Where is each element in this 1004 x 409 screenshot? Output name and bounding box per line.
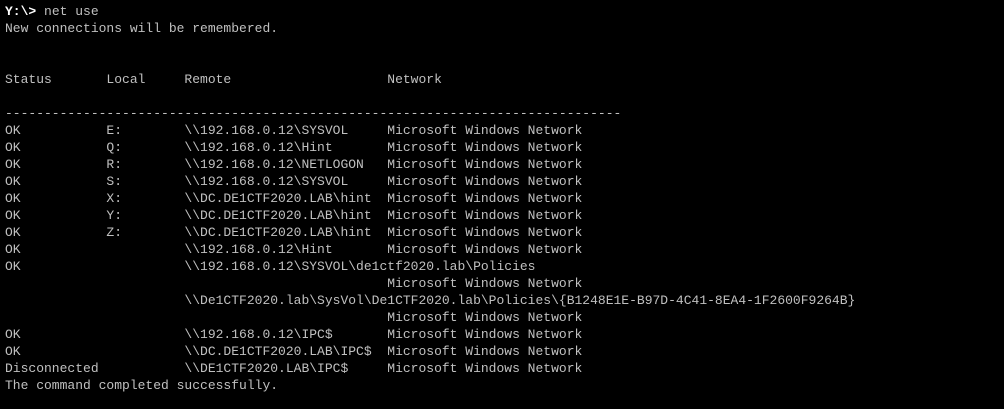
output-line: New connections will be remembered.: [5, 21, 279, 36]
table-header: Status Local Remote Network: [5, 72, 442, 87]
table-row: OK R: \\192.168.0.12\NETLOGON Microsoft …: [5, 157, 583, 172]
table-row: OK \\192.168.0.12\SYSVOL\de1ctf2020.lab\…: [5, 259, 536, 274]
table-divider: ----------------------------------------…: [5, 106, 622, 121]
table-row: OK Z: \\DC.DE1CTF2020.LAB\hint Microsoft…: [5, 225, 583, 240]
table-row: OK \\DC.DE1CTF2020.LAB\IPC$ Microsoft Wi…: [5, 344, 583, 359]
command-prompt: Y:\>: [5, 4, 37, 19]
table-row: Disconnected \\DE1CTF2020.LAB\IPC$ Micro…: [5, 361, 583, 376]
table-row-continuation: Microsoft Windows Network: [5, 276, 583, 291]
terminal-window[interactable]: Y:\> net use New connections will be reme…: [0, 0, 1004, 409]
table-row: OK Y: \\DC.DE1CTF2020.LAB\hint Microsoft…: [5, 208, 583, 223]
table-row-continuation: Microsoft Windows Network: [5, 310, 583, 325]
command-text: net use: [36, 4, 99, 19]
table-row: OK \\192.168.0.12\IPC$ Microsoft Windows…: [5, 327, 583, 342]
status-message: The command completed successfully.: [5, 378, 279, 393]
command-line: Y:\> net use: [5, 3, 1004, 20]
table-row: OK \\192.168.0.12\Hint Microsoft Windows…: [5, 242, 583, 257]
table-row: OK E: \\192.168.0.12\SYSVOL Microsoft Wi…: [5, 123, 583, 138]
table-row: \\De1CTF2020.lab\SysVol\De1CTF2020.lab\P…: [5, 293, 856, 308]
table-row: OK Q: \\192.168.0.12\Hint Microsoft Wind…: [5, 140, 583, 155]
table-row: OK X: \\DC.DE1CTF2020.LAB\hint Microsoft…: [5, 191, 583, 206]
table-row: OK S: \\192.168.0.12\SYSVOL Microsoft Wi…: [5, 174, 583, 189]
